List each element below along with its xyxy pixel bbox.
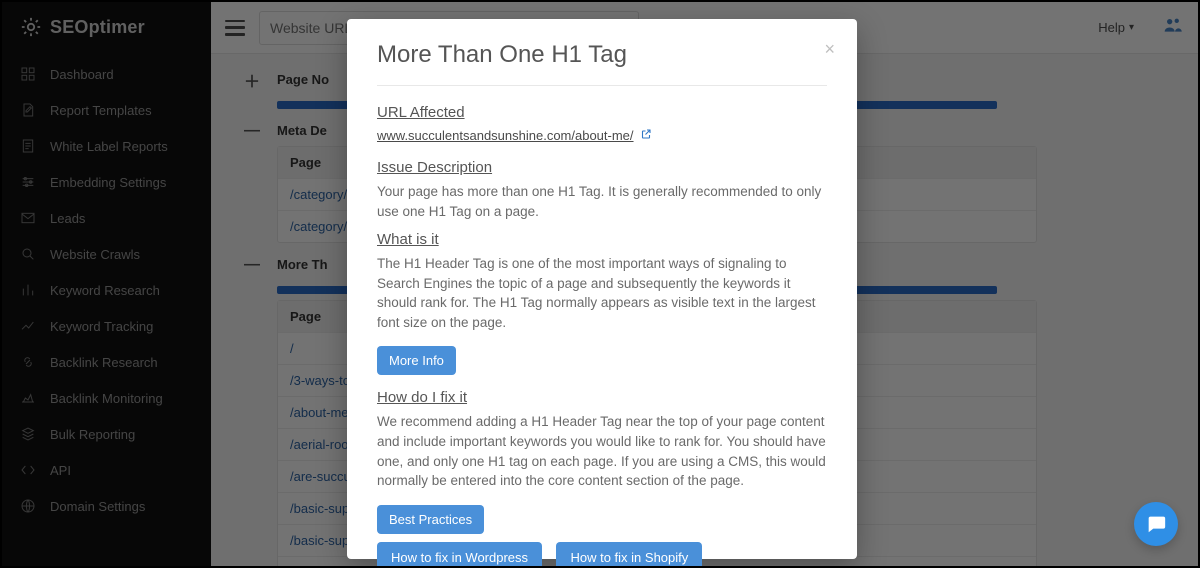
- issue-description-label: Issue Description: [377, 159, 827, 176]
- affected-url-link[interactable]: www.succulentsandsunshine.com/about-me/: [377, 128, 652, 143]
- modal-title: More Than One H1 Tag: [377, 41, 827, 86]
- close-icon[interactable]: ×: [824, 39, 835, 60]
- issue-detail-modal: × More Than One H1 Tag URL Affected www.…: [347, 19, 857, 559]
- what-is-it-text: The H1 Header Tag is one of the most imp…: [377, 254, 827, 332]
- how-to-fix-text: We recommend adding a H1 Header Tag near…: [377, 412, 827, 490]
- chat-icon: [1145, 513, 1167, 535]
- fix-shopify-button[interactable]: How to fix in Shopify: [556, 542, 702, 568]
- external-link-icon: [640, 128, 652, 143]
- url-affected-label: URL Affected: [377, 104, 827, 121]
- fix-wordpress-button[interactable]: How to fix in Wordpress: [377, 542, 542, 568]
- affected-url-text: www.succulentsandsunshine.com/about-me/: [377, 128, 634, 143]
- more-info-button[interactable]: More Info: [377, 346, 456, 375]
- issue-description-text: Your page has more than one H1 Tag. It i…: [377, 182, 827, 221]
- what-is-it-label: What is it: [377, 231, 827, 248]
- chat-launcher[interactable]: [1134, 502, 1178, 546]
- how-to-fix-label: How do I fix it: [377, 389, 827, 406]
- best-practices-button[interactable]: Best Practices: [377, 505, 484, 534]
